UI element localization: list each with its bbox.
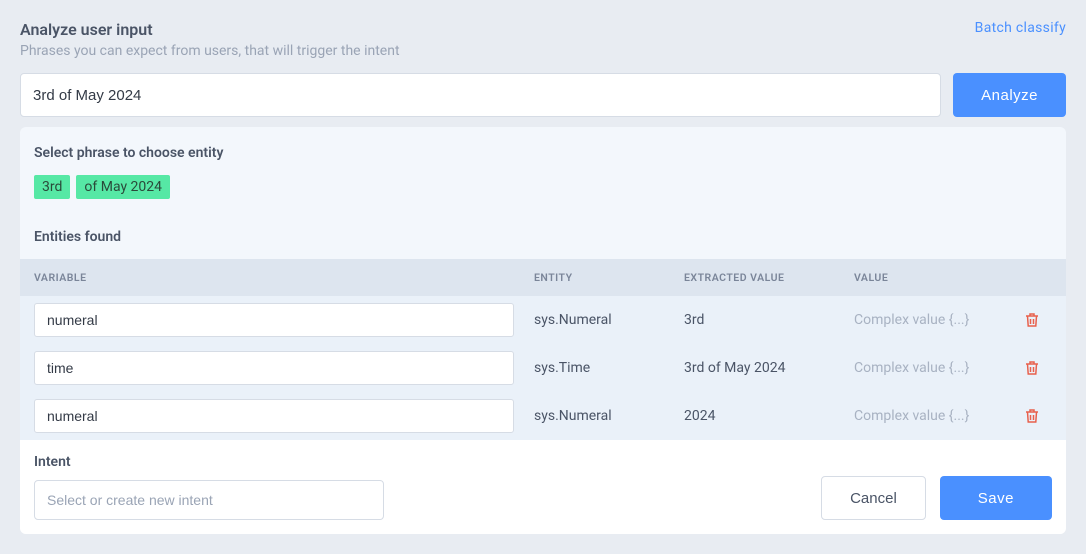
value-cell: Complex value {...} — [854, 360, 1012, 376]
phrase-chip[interactable]: of May 2024 — [76, 175, 170, 199]
table-row: sys.Numeral 2024 Complex value {...} — [20, 392, 1066, 440]
entity-cell: sys.Numeral — [534, 408, 684, 424]
table-header: VARIABLE ENTITY EXTRACTED VALUE VALUE — [20, 259, 1066, 296]
col-header-value: VALUE — [854, 271, 1012, 284]
col-header-variable: VARIABLE — [34, 271, 534, 284]
variable-input[interactable] — [34, 303, 514, 337]
delete-row-button[interactable] — [1012, 408, 1052, 424]
save-button[interactable]: Save — [940, 476, 1052, 520]
extracted-value-cell: 3rd — [684, 312, 854, 328]
entities-found-label: Entities found — [20, 229, 1066, 245]
value-cell: Complex value {...} — [854, 408, 1012, 424]
trash-icon — [1025, 360, 1039, 376]
trash-icon — [1025, 408, 1039, 424]
extracted-value-cell: 3rd of May 2024 — [684, 360, 854, 376]
select-phrase-label: Select phrase to choose entity — [20, 145, 1066, 161]
table-row: sys.Numeral 3rd Complex value {...} — [20, 296, 1066, 344]
phrase-input[interactable] — [20, 73, 941, 117]
cancel-button[interactable]: Cancel — [821, 476, 926, 520]
intent-label: Intent — [34, 454, 384, 470]
phrase-chip[interactable]: 3rd — [34, 175, 70, 199]
page-subtitle: Phrases you can expect from users, that … — [20, 43, 400, 59]
table-row: sys.Time 3rd of May 2024 Complex value {… — [20, 344, 1066, 392]
entity-cell: sys.Time — [534, 360, 684, 376]
extracted-value-cell: 2024 — [684, 408, 854, 424]
delete-row-button[interactable] — [1012, 360, 1052, 376]
variable-input[interactable] — [34, 399, 514, 433]
results-panel: Select phrase to choose entity 3rd of Ma… — [20, 127, 1066, 534]
trash-icon — [1025, 312, 1039, 328]
entity-cell: sys.Numeral — [534, 312, 684, 328]
page-title: Analyze user input — [20, 20, 400, 39]
analyze-button[interactable]: Analyze — [953, 73, 1066, 117]
intent-select-input[interactable] — [34, 480, 384, 520]
variable-input[interactable] — [34, 351, 514, 385]
col-header-extracted: EXTRACTED VALUE — [684, 271, 854, 284]
col-header-entity: ENTITY — [534, 271, 684, 284]
value-cell: Complex value {...} — [854, 312, 1012, 328]
delete-row-button[interactable] — [1012, 312, 1052, 328]
batch-classify-link[interactable]: Batch classify — [975, 20, 1066, 36]
